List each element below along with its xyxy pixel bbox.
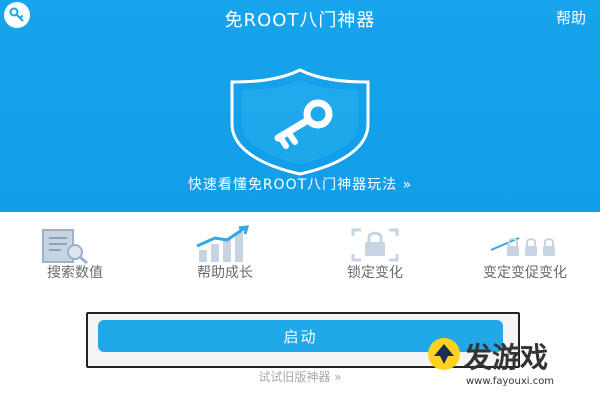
feature-multi-lock[interactable]: 变定变促变化 — [450, 212, 600, 292]
feature-growth-label: 帮助成长 — [197, 265, 253, 281]
help-button[interactable]: 帮助 — [556, 7, 586, 28]
growth-chart-icon — [196, 225, 250, 262]
shield-key-icon — [200, 66, 400, 176]
feature-search[interactable]: 搜索数值 — [0, 212, 150, 292]
feature-lock-label: 锁定变化 — [347, 265, 403, 281]
watermark-logo-icon — [428, 338, 460, 370]
tutorial-link[interactable]: 快速看懂免ROOT八门神器玩法 » — [0, 174, 600, 194]
page-title: 免ROOT八门神器 — [224, 10, 376, 31]
feature-multi-lock-label: 变定变促变化 — [483, 265, 567, 281]
feature-search-label: 搜索数值 — [47, 265, 103, 281]
search-document-icon — [42, 229, 88, 264]
watermark-text: 发游戏 — [464, 341, 549, 374]
watermark: 发游戏 www.fayouxi.com — [374, 324, 594, 394]
old-version-link[interactable]: 试试旧版神器 » — [220, 368, 380, 385]
locks-chain-icon — [490, 237, 555, 256]
feature-lock[interactable]: 锁定变化 — [300, 212, 450, 292]
watermark-url: www.fayouxi.com — [466, 376, 555, 387]
header-banner: 免ROOT八门神器 帮助 快速看懂免ROOT八门神器玩法 » — [0, 0, 600, 212]
feature-row: 搜索数值 帮助成长 锁定变化 变定变促变化 — [0, 212, 600, 292]
key-logo-icon[interactable] — [4, 2, 30, 28]
feature-growth[interactable]: 帮助成长 — [150, 212, 300, 292]
lock-frame-icon — [351, 228, 399, 262]
